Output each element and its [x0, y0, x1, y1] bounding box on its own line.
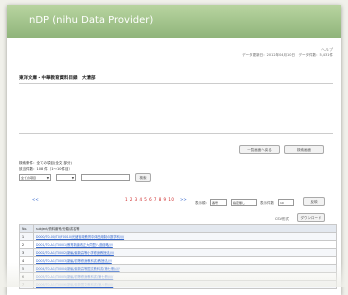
search-conditions: 検索条件：全ての項目(全文 部分) [19, 161, 72, 165]
per-page-label: 表示件数 [260, 201, 274, 205]
row-number: 4 [19, 256, 34, 265]
record-link[interactable]: D004/T0-A1/T0004/新編/最新高等国文教科書(第七冊)//// [33, 264, 337, 273]
direction-select-value: 指定無し [233, 201, 246, 205]
record-link[interactable]: D000/T0-00/T0/F0010/光緒省政教育中体西用制の数学科//// [33, 232, 337, 241]
divider [19, 133, 333, 134]
download-button[interactable]: ダウンロード [297, 213, 325, 222]
per-page-select[interactable]: 10 [278, 199, 294, 206]
chevron-down-icon: ▼ [46, 176, 49, 180]
field-select-value: 全ての項目 [21, 176, 37, 180]
result-count: 該当件数：108 件（1〜10件目） [19, 167, 72, 171]
prev-page-link[interactable]: << [32, 197, 39, 202]
table-row: 3 D002/T0-A1/T0002/新編/最新高等小学修身教授法//// [19, 248, 337, 257]
row-number: 7 [19, 280, 34, 289]
direction-select[interactable]: 指定無し [231, 199, 257, 206]
page-title: 東洋文庫・中華教育資料目録 大清部 [19, 76, 96, 81]
title-bar: nDP (nihu Data Provider) [7, 5, 341, 38]
app-window: nDP (nihu Data Provider) ヘルプ データ更新日：2012… [7, 5, 341, 295]
record-link[interactable]: D005/T0-A1/T0005/新編/初等修身教科書(第七冊)//// [33, 272, 337, 281]
app-title: nDP (nihu Data Provider) [29, 15, 154, 26]
record-link[interactable]: D002/T0-A1/T0002/新編/最新高等小学修身教授法//// [33, 248, 337, 257]
results-table: No. subject/資料番号/分類/書名等 1 D000/T0-00/T0/… [19, 224, 337, 289]
table-row: 1 D000/T0-00/T0/F0010/光緒省政教育中体西用制の数学科///… [19, 232, 337, 241]
order-select-value: 番号 [212, 201, 219, 205]
back-to-list-button[interactable]: 一覧画面へ戻る [239, 145, 280, 154]
order-label: 表示順： [195, 201, 209, 205]
table-row: 7 D006/T0-A1/T0006/新編/最新国文教科書(第八冊)//// [19, 280, 337, 289]
divider [19, 83, 333, 84]
table-header-row: No. subject/資料番号/分類/書名等 [19, 224, 337, 233]
row-number: 5 [19, 264, 34, 273]
order-select[interactable]: 番号 [210, 199, 227, 206]
column-header: No. [19, 224, 34, 233]
record-link[interactable]: D001/T0-A1/T0001/教育新論改正大同盟八道経略//// [33, 240, 337, 249]
table-row: 2 D001/T0-A1/T0001/教育新論改正大同盟八道経略//// [19, 240, 337, 249]
mode-select[interactable]: ▼ [56, 174, 76, 181]
per-page-value: 10 [280, 201, 284, 205]
search-screen-button[interactable]: 検索画面 [284, 145, 324, 154]
csv-label: CSV形式 [274, 217, 289, 221]
table-row: 4 D003/T0-A1/T0003/新編/初等修身教科書/教授法//// [19, 256, 337, 265]
column-header: subject/資料番号/分類/書名等 [33, 224, 337, 233]
update-info: データ更新日：2012年04月10日 データ件数：5,431件 [242, 53, 333, 57]
row-number: 6 [19, 272, 34, 281]
next-page-link[interactable]: >> [180, 197, 187, 202]
apply-button[interactable]: 反映 [303, 197, 325, 206]
table-row: 5 D004/T0-A1/T0004/新編/最新高等国文教科書(第七冊)//// [19, 264, 337, 273]
row-number: 3 [19, 248, 34, 257]
row-number: 1 [19, 232, 34, 241]
page-numbers[interactable]: 1 2 3 4 5 6 7 8 9 10 [125, 197, 174, 202]
row-number: 2 [19, 240, 34, 249]
search-button[interactable]: 検索 [135, 173, 151, 182]
field-select[interactable]: 全ての項目 ▼ [19, 174, 51, 181]
record-link[interactable]: D006/T0-A1/T0006/新編/最新国文教科書(第八冊)//// [33, 280, 337, 289]
record-link[interactable]: D003/T0-A1/T0003/新編/初等修身教科書/教授法//// [33, 256, 337, 265]
table-row: 6 D005/T0-A1/T0005/新編/初等修身教科書(第七冊)//// [19, 272, 337, 281]
search-input[interactable] [81, 174, 130, 181]
chevron-down-icon: ▼ [71, 176, 74, 180]
